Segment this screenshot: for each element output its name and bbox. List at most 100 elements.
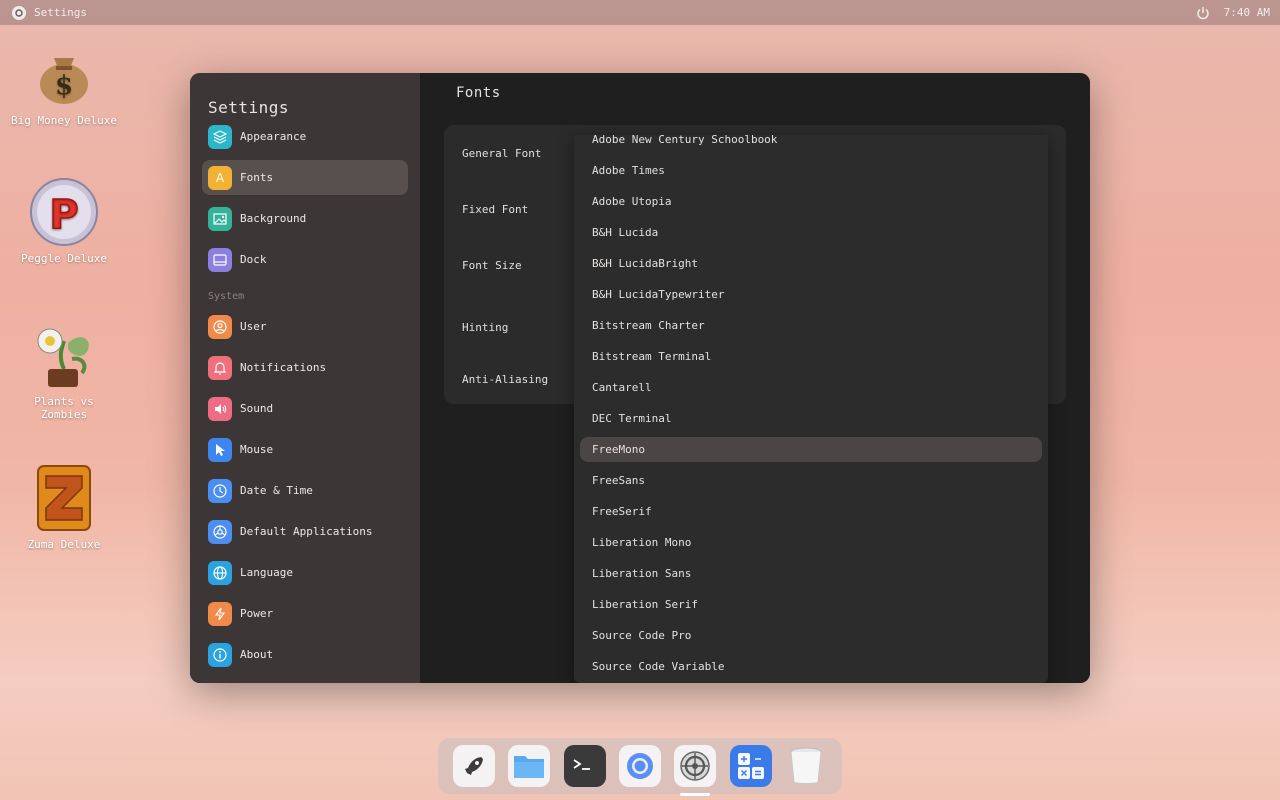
dropdown-option[interactable]: Liberation Serif <box>580 589 1042 620</box>
settings-icon <box>680 751 711 781</box>
desktop-icon-plants-vs-zombies[interactable]: Plants vs Zombies <box>9 319 119 421</box>
running-indicator <box>680 793 711 796</box>
dropdown-option[interactable]: Bitstream Terminal <box>580 341 1042 372</box>
dropdown-option[interactable]: B&H Lucida <box>580 217 1042 248</box>
sidebar-title: Settings <box>208 98 290 117</box>
terminal-icon <box>573 759 590 770</box>
trash-icon <box>790 747 822 784</box>
desktop-icon-big-money[interactable]: $ Big Money Deluxe <box>9 38 119 127</box>
bell-icon <box>208 355 232 380</box>
hinting-label: Hinting <box>462 321 509 334</box>
font-size-label: Font Size <box>462 259 522 272</box>
section-label-system: System <box>208 291 245 302</box>
font-icon: A <box>208 165 232 190</box>
desktop-icon-label: Peggle Deluxe <box>20 252 108 265</box>
clock-icon <box>208 478 232 503</box>
desktop-icon-peggle[interactable]: P Peggle Deluxe <box>9 176 119 265</box>
rocket-icon <box>464 757 483 775</box>
desktop-icon-label: Zuma Deluxe <box>27 538 101 551</box>
sidebar-item-label: Background <box>240 212 307 225</box>
svg-text:$: $ <box>55 71 73 101</box>
dock-settings[interactable] <box>674 745 717 796</box>
user-icon <box>208 314 232 339</box>
settings-app-icon[interactable] <box>12 5 26 20</box>
top-bar: Settings 7:40 AM <box>0 0 1280 25</box>
dropdown-option[interactable]: FreeSans <box>580 465 1042 496</box>
dropdown-option-selected[interactable]: FreeMono <box>580 437 1042 462</box>
dropdown-option[interactable]: Adobe Utopia <box>580 186 1042 217</box>
dock-browser[interactable] <box>618 745 661 787</box>
dropdown-option[interactable]: Source Code Variable <box>580 651 1042 682</box>
sidebar-item-label: Dock <box>240 253 267 266</box>
peggle-ball-icon: P <box>28 176 100 248</box>
calculator-icon <box>737 753 764 779</box>
svg-text:P: P <box>49 192 78 238</box>
sidebar-item-label: Fonts <box>240 171 274 184</box>
general-font-label: General Font <box>462 147 542 160</box>
sidebar-item-label: Date & Time <box>240 484 313 497</box>
dock-files[interactable] <box>508 745 551 787</box>
sidebar-item-label: Power <box>240 607 274 620</box>
dropdown-option[interactable]: Adobe Times <box>580 155 1042 186</box>
sidebar-item-label: Language <box>240 566 293 579</box>
sidebar-item-fonts[interactable]: A Fonts <box>202 160 408 195</box>
speaker-icon <box>208 396 232 421</box>
dock-trash[interactable] <box>785 745 827 787</box>
sidebar-item-label: User <box>240 320 267 333</box>
dock-terminal[interactable] <box>563 745 606 787</box>
sidebar-item-appearance[interactable]: Appearance <box>202 119 408 154</box>
browser-icon <box>626 753 653 779</box>
sidebar-item-label: Mouse <box>240 443 274 456</box>
bolt-icon <box>208 601 232 626</box>
plant-icon <box>28 319 100 391</box>
sidebar-item-notifications[interactable]: Notifications <box>202 350 408 385</box>
dropdown-option[interactable]: Liberation Mono <box>580 527 1042 558</box>
dropdown-option[interactable]: Adobe New Century Schoolbook <box>580 135 1042 155</box>
dropdown-option[interactable]: Liberation Sans <box>580 558 1042 589</box>
page-title: Fonts <box>456 85 501 101</box>
desktop-icon-zuma[interactable]: Zuma Deluxe <box>9 462 119 551</box>
sidebar-item-power[interactable]: Power <box>202 596 408 631</box>
sidebar-item-date-time[interactable]: Date & Time <box>202 473 408 508</box>
anti-aliasing-label: Anti-Aliasing <box>462 373 549 386</box>
sidebar-item-dock[interactable]: Dock <box>202 242 408 277</box>
dropdown-option[interactable]: DEC Terminal <box>580 403 1042 434</box>
desktop-icon-label: Big Money Deluxe <box>11 114 117 127</box>
sidebar-item-default-applications[interactable]: Default Applications <box>202 514 408 549</box>
dropdown-option[interactable]: B&H LucidaTypewriter <box>580 279 1042 310</box>
layers-icon <box>208 124 232 149</box>
image-icon <box>208 206 232 231</box>
power-icon[interactable] <box>1196 6 1210 20</box>
sidebar-item-background[interactable]: Background <box>202 201 408 236</box>
desktop-icon-label: Plants vs Zombies <box>34 395 94 421</box>
apps-icon <box>208 519 232 544</box>
sidebar-item-user[interactable]: User <box>202 309 408 344</box>
sidebar-item-about[interactable]: About <box>202 637 408 672</box>
sidebar-item-label: Appearance <box>240 130 307 143</box>
dock-calculator[interactable] <box>729 745 772 787</box>
sidebar-item-label: Sound <box>240 402 274 415</box>
dock-launcher[interactable] <box>452 745 495 787</box>
sidebar-item-language[interactable]: Language <box>202 555 408 590</box>
money-bag-icon: $ <box>28 38 100 110</box>
dropdown-option[interactable]: Source Code Pro <box>580 620 1042 651</box>
sidebar-item-mouse[interactable]: Mouse <box>202 432 408 467</box>
info-icon <box>208 642 232 667</box>
zuma-block-icon <box>28 462 100 534</box>
dropdown-option[interactable]: B&H LucidaBright <box>580 248 1042 279</box>
cursor-icon <box>208 437 232 462</box>
dock <box>438 738 842 796</box>
sidebar-item-label: Notifications <box>240 361 327 374</box>
dock-icon <box>208 247 232 272</box>
sidebar-item-label: Default Applications <box>240 525 373 538</box>
active-app-name: Settings <box>34 6 87 19</box>
folder-icon <box>514 756 545 778</box>
sidebar-item-label: About <box>240 648 274 661</box>
clock: 7:40 AM <box>1223 6 1270 19</box>
dropdown-option[interactable]: Cantarell <box>580 372 1042 403</box>
dropdown-option[interactable]: Bitstream Charter <box>580 310 1042 341</box>
font-dropdown-list[interactable]: Adobe New Century Schoolbook Adobe Times A… <box>574 135 1048 683</box>
sidebar-item-sound[interactable]: Sound <box>202 391 408 426</box>
dropdown-option[interactable]: FreeSerif <box>580 496 1042 527</box>
sidebar: Settings Appearance A Fonts Background D… <box>190 73 420 683</box>
